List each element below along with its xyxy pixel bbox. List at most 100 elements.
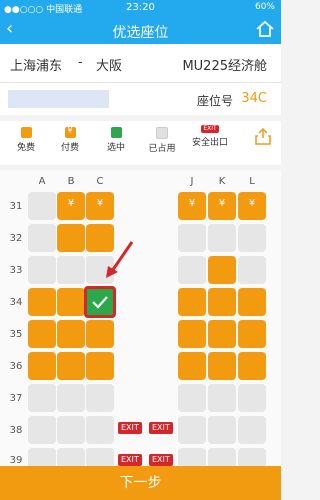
passenger-row[interactable]: 座位号 34C [0,83,281,115]
column-label-l: L [249,176,255,187]
destination-city: 大阪 [96,59,123,74]
seat-37c [86,384,114,412]
seat-legend: 免费 ¥ 付费 选中 已占用 EXIT 安全出口 [0,121,281,165]
seat-37a [28,384,56,412]
legend-paid: ¥ 付费 [50,126,90,153]
row-label-38: 38 [9,425,23,436]
status-time: 23:20 [126,2,155,13]
row-label-35: 35 [9,329,23,340]
seat-35a[interactable] [28,320,56,348]
seat-36l[interactable] [238,352,266,380]
seat-36k[interactable] [208,352,236,380]
seat-38l [238,416,266,444]
seat-37j [178,384,206,412]
share-icon[interactable] [255,127,271,149]
status-bar: ●●○○○ 中国联通 23:20 60% [0,0,281,16]
page-title: 优选座位 [112,25,169,41]
seat-36b[interactable] [57,352,85,380]
seat-37l [238,384,266,412]
seat-33b [57,256,85,284]
yen-icon: ¥ [67,126,73,135]
row-label-37: 37 [9,393,23,404]
legend-exit: EXIT 安全出口 [188,123,232,148]
legend-occupied-label: 已占用 [148,144,176,154]
yen-icon: ¥ [218,198,226,209]
seat-35j[interactable] [178,320,206,348]
seat-31a [28,192,56,220]
seat-35k[interactable] [208,320,236,348]
column-label-k: K [218,176,226,187]
check-icon [92,296,108,309]
seat-35l[interactable] [238,320,266,348]
exit-sign-right: EXIT [149,454,173,466]
seat-31l[interactable]: ¥ [238,192,266,220]
seat-38k [208,416,236,444]
seat-37b [57,384,85,412]
origin-city: 上海浦东 [10,59,63,74]
seat-38c [86,416,114,444]
flight-class: MU225经济舱 [182,59,267,74]
seat-37k [208,384,236,412]
seat-36j[interactable] [178,352,206,380]
legend-selected-label: 选中 [106,143,125,153]
legend-free: 免费 [6,127,46,153]
seat-34k[interactable] [208,288,236,316]
next-step-button[interactable]: 下一步 [0,466,281,500]
column-label-c: C [96,176,104,187]
seat-35b[interactable] [57,320,85,348]
seat-34b[interactable] [57,288,85,316]
seat-31c[interactable]: ¥ [86,192,114,220]
yen-icon: ¥ [67,198,75,209]
row-label-39: 39 [9,455,23,466]
passenger-name-redacted [8,90,109,108]
selected-swatch [110,127,122,138]
legend-free-label: 免费 [16,143,35,153]
legend-selected: 选中 [96,127,136,153]
legend-occupied: 已占用 [142,127,182,154]
home-icon[interactable] [255,19,275,43]
seat-32l [238,224,266,252]
seat-34j[interactable] [178,288,206,316]
exit-sign-left: EXIT [118,454,142,466]
seat-36a[interactable] [28,352,56,380]
column-label-j: J [190,176,194,187]
seat-35c[interactable] [86,320,114,348]
free-swatch [20,127,32,138]
seat-34l[interactable] [238,288,266,316]
seat-34a[interactable] [28,288,56,316]
yen-icon: ¥ [248,198,256,209]
row-label-33: 33 [9,265,23,276]
row-label-34: 34 [9,297,23,308]
seat-38b [57,416,85,444]
legend-paid-label: 付费 [60,143,79,153]
seat-38a [28,416,56,444]
seat-34c-selected[interactable] [84,286,116,318]
pointer-arrow-icon [106,241,134,278]
seat-32b[interactable] [57,224,85,252]
nav-bar: ‹ 优选座位 [0,16,281,44]
legend-exit-label: 安全出口 [191,138,228,148]
seat-38j [178,416,206,444]
column-label-b: B [67,176,75,187]
yen-icon: ¥ [96,198,104,209]
seat-number-label: 座位号 [196,94,233,108]
seat-31j[interactable]: ¥ [178,192,206,220]
seat-number-value: 34C [241,91,267,106]
exit-sign-left: EXIT [118,422,142,434]
seat-31k[interactable]: ¥ [208,192,236,220]
seat-33k[interactable] [208,256,236,284]
seat-36c[interactable] [86,352,114,380]
row-label-36: 36 [9,361,23,372]
route-info: 上海浦东 - 大阪 MU225经济舱 [0,44,281,83]
occupied-swatch [156,127,168,139]
paid-swatch: ¥ [64,126,76,138]
seat-31b[interactable]: ¥ [57,192,85,220]
seat-32j [178,224,206,252]
seat-33a [28,256,56,284]
row-label-32: 32 [9,233,23,244]
seat-32k [208,224,236,252]
exit-sign-right: EXIT [149,422,173,434]
column-label-a: A [38,176,46,187]
seat-33l [238,256,266,284]
exit-badge: EXIT [201,125,219,133]
